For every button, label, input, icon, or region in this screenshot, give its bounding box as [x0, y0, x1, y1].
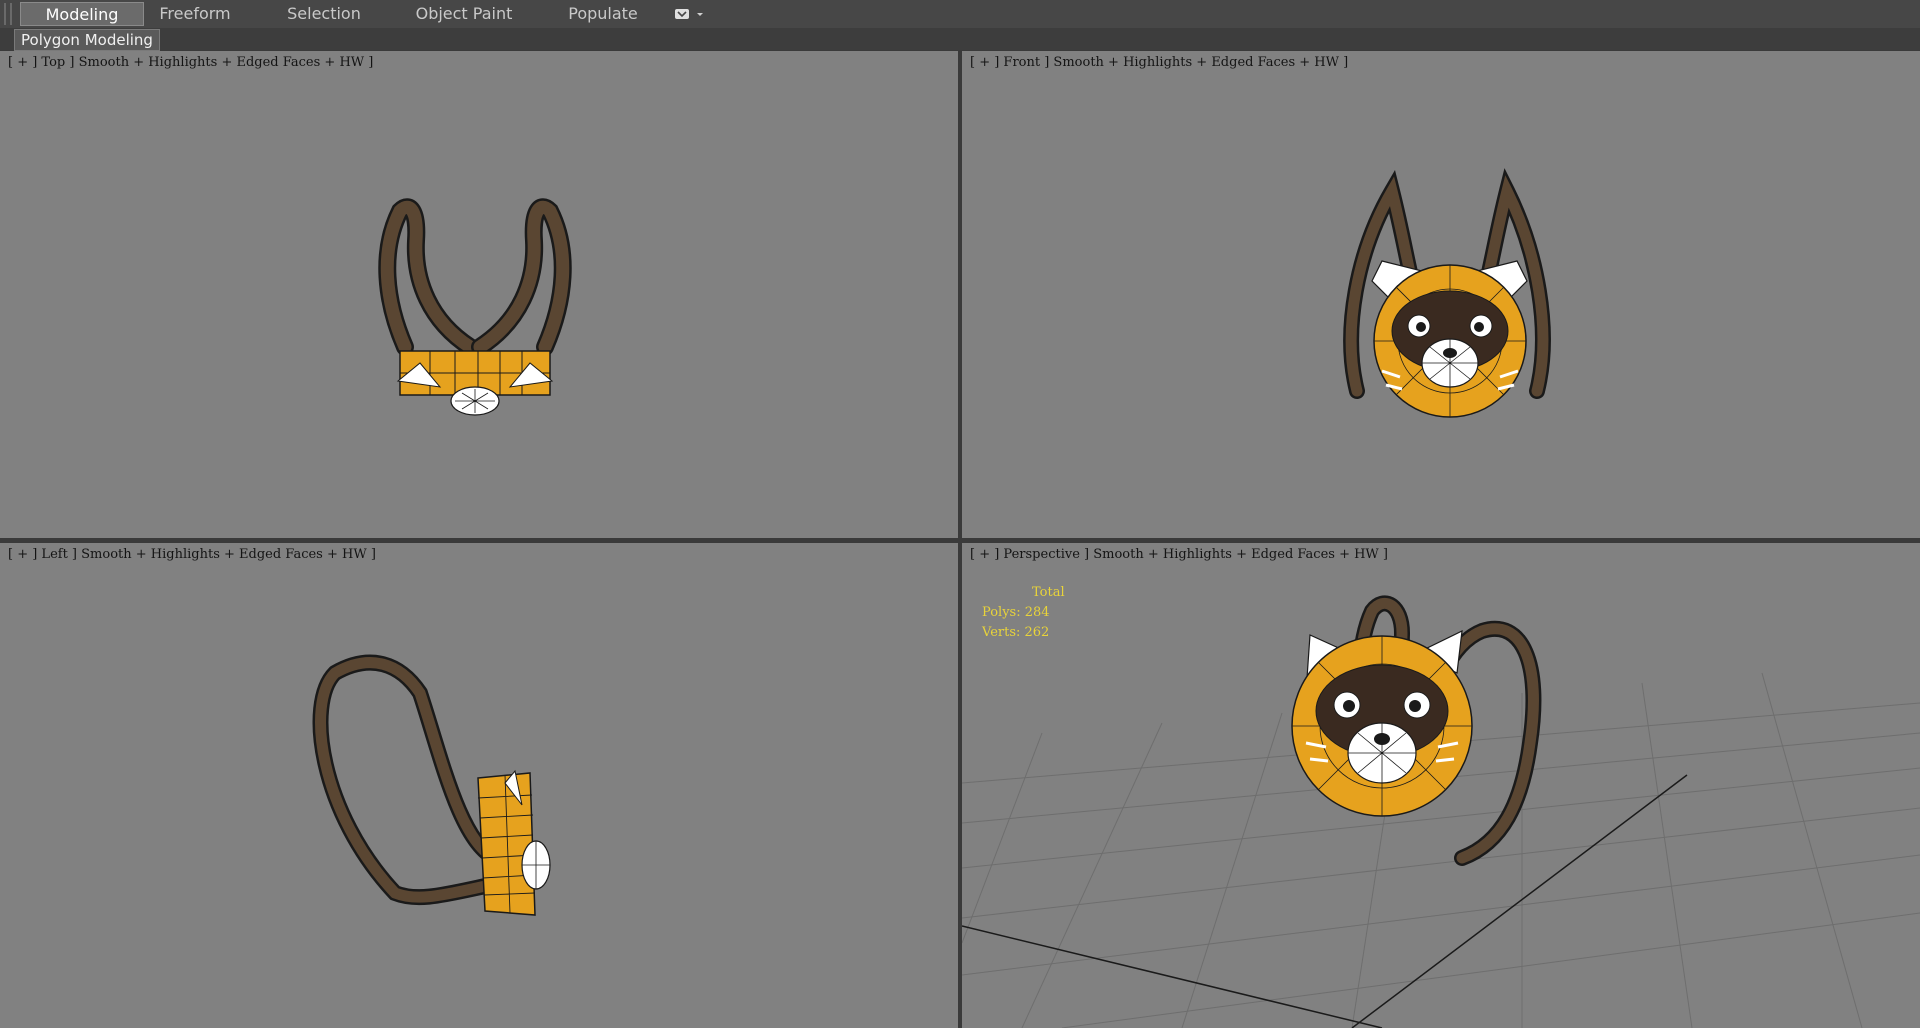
tab-freeform[interactable]: Freeform [150, 2, 240, 26]
tab-populate[interactable]: Populate [560, 2, 646, 26]
tab-selection[interactable]: Selection [280, 2, 368, 26]
ribbon-panel-bar: Polygon Modeling [0, 28, 1920, 51]
viewport-top[interactable]: [ + ] Top ] Smooth + Highlights + Edged … [0, 51, 958, 538]
viewport-front[interactable]: [ + ] Front ] Smooth + Highlights + Edge… [962, 51, 1920, 538]
ribbon-options-button[interactable] [672, 6, 706, 22]
polygon-modeling-panel-button[interactable]: Polygon Modeling [14, 29, 160, 51]
backpack-model-left-view [312, 654, 551, 916]
backpack-model-top-view [378, 198, 572, 416]
tab-object-paint[interactable]: Object Paint [410, 2, 518, 26]
perspective-grid-and-model [962, 595, 1920, 1028]
backpack-model-front-view [1343, 168, 1551, 418]
chevron-down-icon [675, 9, 703, 19]
viewport-perspective[interactable]: [ + ] Perspective ] Smooth + Highlights … [962, 543, 1920, 1028]
ribbon-toolbar: Modeling Freeform Selection Object Paint… [0, 0, 1920, 29]
ribbon-grip-handle[interactable] [4, 3, 12, 25]
viewport-left[interactable]: [ + ] Left ] Smooth + Highlights + Edged… [0, 543, 958, 1028]
tab-modeling[interactable]: Modeling [20, 2, 144, 26]
